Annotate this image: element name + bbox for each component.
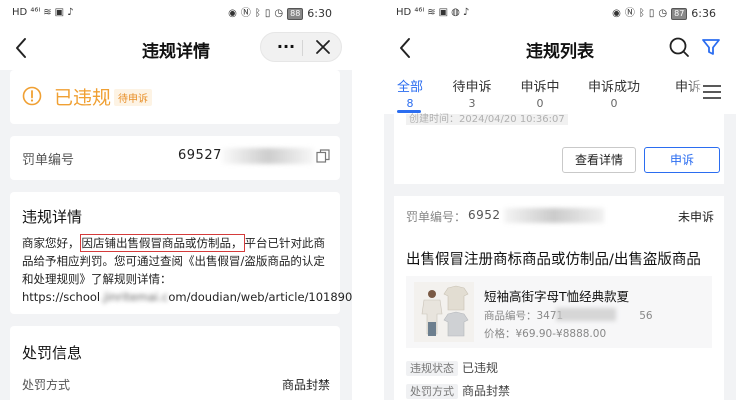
violation-status-label: 违规状态	[406, 361, 458, 376]
tab-count: 3	[468, 97, 476, 110]
product-image	[414, 282, 474, 342]
detail-section-title: 违规详情	[22, 208, 83, 226]
ticket-label: 罚单编号：	[406, 210, 467, 224]
violation-description: 商家您好， 因店铺出售假冒商品或仿制品， 平台已针对此商品给予相应判罚。您可通过查阅…	[22, 234, 352, 306]
ticket-label: 罚单编号	[22, 153, 75, 168]
tab-appeal-success[interactable]: 申诉成功 0	[582, 76, 646, 110]
appeal-button[interactable]: 申诉	[644, 147, 720, 173]
tab-count: 0	[610, 97, 618, 110]
create-time-text: 创建时间：2024/04/20 10:36:07	[406, 114, 568, 125]
filter-icon[interactable]	[700, 36, 722, 58]
tab-appealing[interactable]: 申诉中 0	[514, 76, 566, 110]
redacted-url-part: .jinritemai.c	[100, 290, 169, 304]
ticket-number: 69527	[178, 148, 222, 163]
clock: 6:36	[691, 7, 716, 20]
product-info[interactable]: 短袖高街字母T恤经典款夏 商品编号：3471 56 价格：¥69.90-¥8888…	[406, 276, 712, 348]
violation-status: 已违规	[54, 87, 112, 109]
tab-label: 申诉中	[520, 80, 560, 95]
tiktok-icon: ♪	[67, 7, 74, 18]
product-id-label: 商品编号：3471	[484, 310, 564, 322]
violation-list-item: 创建时间：2024/04/20 10:36:07 查看详情 申诉	[394, 114, 724, 184]
redaction-blur	[556, 308, 616, 321]
highlighted-reason: 因店铺出售假冒商品或仿制品，	[79, 234, 245, 252]
close-button[interactable]	[309, 37, 337, 59]
copy-icon[interactable]	[316, 149, 330, 163]
violation-status-card: 已违规 待申诉	[10, 70, 340, 124]
eye-icon: ◉	[612, 7, 621, 19]
violation-status-value: 已违规	[462, 361, 499, 375]
ticket-card: 罚单编号 69527	[10, 136, 340, 180]
vibrate-icon: ▯	[264, 7, 271, 19]
violation-list-item[interactable]: 罚单编号： 6952 未申诉 出售假冒注册商标商品或仿制品/出售盗版商品 短袖高…	[394, 196, 724, 400]
penalty-method-value: 商品封禁	[281, 378, 330, 392]
penalty-method-label: 处罚方式	[406, 384, 458, 399]
status-bar: HD ⁴⁶ᴵ ≋ ▣ ◍ ♪ ◉ Ⓝ ᛒ ▯ ◷ 87 6:36	[384, 0, 736, 26]
alarm-icon: ◷	[274, 7, 284, 19]
violation-list-screen: HD ⁴⁶ᴵ ≋ ▣ ◍ ♪ ◉ Ⓝ ᛒ ▯ ◷ 87 6:36 违规列表 全部…	[384, 0, 736, 400]
nav-bar: 违规详情 ···	[0, 26, 352, 70]
wifi-icon: ≋	[427, 7, 436, 18]
redacted-ticket-number	[222, 148, 314, 164]
tab-label: 申诉成功	[587, 80, 640, 95]
app-notification-icon: ▣	[438, 7, 449, 18]
bluetooth-icon: ᛒ	[254, 7, 261, 19]
warning-icon	[22, 86, 42, 106]
nfc-icon: Ⓝ	[624, 7, 635, 19]
search-icon[interactable]	[668, 36, 690, 58]
message-icon: ◍	[451, 7, 460, 18]
alarm-icon: ◷	[658, 7, 668, 19]
tiktok-icon: ♪	[462, 7, 470, 18]
product-id-tail: 56	[639, 310, 653, 322]
network-indicator: HD ⁴⁶ᴵ	[12, 7, 41, 18]
tab-count: 0	[536, 97, 544, 110]
penalty-method-label: 处罚方式	[22, 378, 71, 392]
redacted-ticket-number	[504, 208, 604, 223]
vibrate-icon: ▯	[648, 7, 655, 19]
appeal-status: 未申诉	[677, 210, 714, 224]
network-indicator: HD ⁴⁶ᴵ	[396, 7, 425, 18]
clipped-create-time: 创建时间：2024/04/20 10:36:07	[406, 110, 568, 125]
wifi-icon: ≋	[43, 7, 52, 18]
tab-pending-appeal[interactable]: 待申诉 3	[446, 76, 498, 110]
nav-bar: 违规列表	[384, 26, 736, 70]
violation-title: 出售假冒注册商标商品或仿制品/出售盗版商品	[406, 252, 701, 268]
violation-detail-screen: HD ⁴⁶ᴵ ≋ ▣ ♪ ◉ Ⓝ ᛒ ▯ ◷ 88 6:30 违规详情 ···	[0, 0, 352, 400]
app-notification-icon: ▣	[54, 7, 65, 18]
tab-all[interactable]: 全部 8	[392, 76, 428, 110]
product-price: 价格：¥69.90-¥8888.00	[484, 328, 607, 340]
eye-icon: ◉	[228, 7, 237, 19]
violation-status-row: 违规状态 已违规	[406, 359, 498, 376]
battery-indicator: 88	[287, 7, 304, 20]
bluetooth-icon: ᛒ	[638, 7, 645, 19]
capsule-divider	[302, 40, 303, 56]
penalty-method-row: 处罚方式 商品封禁	[406, 382, 510, 399]
clock: 6:30	[307, 7, 332, 20]
status-badge: 待申诉	[114, 89, 152, 106]
penalty-card: 处罚信息 处罚方式 商品封禁	[10, 326, 340, 400]
menu-icon[interactable]	[702, 84, 722, 100]
description-greeting: 商家您好，	[22, 236, 80, 250]
view-details-button[interactable]: 查看详情	[562, 147, 636, 173]
tab-label: 全部	[396, 80, 423, 95]
rule-link[interactable]: om/doudian/web/article/101890	[168, 290, 352, 304]
battery-indicator: 87	[671, 7, 688, 20]
ticket-number: 6952	[468, 208, 501, 222]
status-bar: HD ⁴⁶ᴵ ≋ ▣ ♪ ◉ Ⓝ ᛒ ▯ ◷ 88 6:30	[0, 0, 352, 26]
mini-program-capsule: ···	[260, 32, 342, 62]
status-tabs: 全部 8 待申诉 3 申诉中 0 申诉成功 0 申诉	[384, 70, 736, 114]
nfc-icon: Ⓝ	[240, 7, 251, 19]
penalty-section-title: 处罚信息	[22, 344, 83, 362]
close-icon	[316, 40, 330, 54]
penalty-method-value: 商品封禁	[462, 384, 511, 398]
more-button[interactable]: ···	[271, 37, 301, 59]
product-name: 短袖高街字母T恤经典款夏	[484, 289, 630, 304]
violation-detail-card: 违规详情 商家您好， 因店铺出售假冒商品或仿制品， 平台已针对此商品给予相应判罚。您…	[10, 192, 352, 314]
tab-count: 8	[406, 97, 414, 110]
tab-label: 待申诉	[452, 80, 492, 95]
